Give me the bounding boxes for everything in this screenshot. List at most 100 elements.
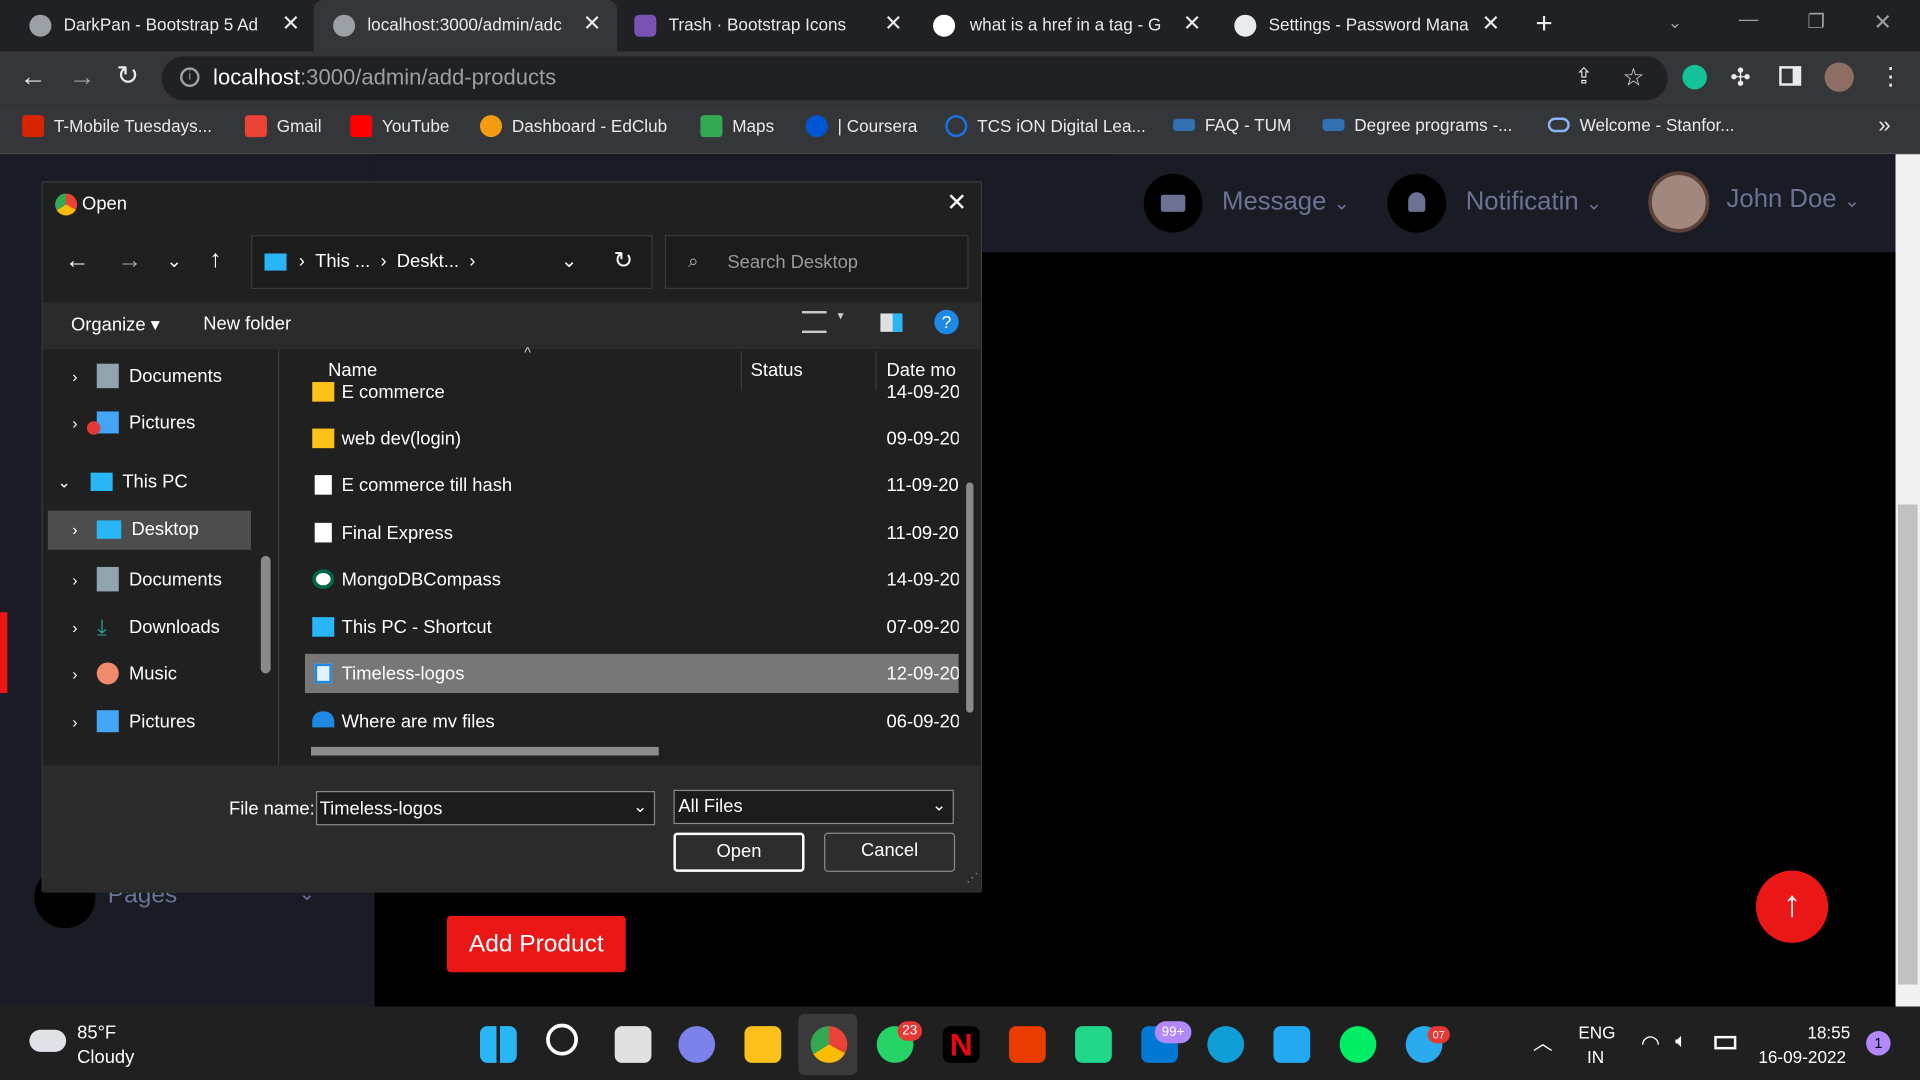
search-icon[interactable] bbox=[546, 1023, 578, 1056]
chevron-down-icon[interactable]: ⌄ bbox=[633, 796, 647, 817]
product-image-field[interactable] bbox=[979, 835, 1081, 892]
refresh-icon[interactable]: ↻ bbox=[613, 247, 632, 275]
bookmark-tcs-ion[interactable]: TCS iON Digital Lea... bbox=[945, 115, 1146, 138]
back-to-top-arrow-icon[interactable]: ↑ bbox=[1755, 870, 1829, 943]
close-window-icon[interactable]: ✕ bbox=[1873, 10, 1891, 36]
browser-tab-settings[interactable]: Settings - Password Mana ✕ bbox=[1220, 0, 1519, 51]
forward-arrow-icon[interactable]: → bbox=[69, 61, 96, 93]
nav-item-music[interactable]: › Music bbox=[72, 662, 177, 685]
column-header-date[interactable]: Date mo bbox=[887, 360, 956, 381]
close-tab-icon[interactable]: ✕ bbox=[1183, 11, 1201, 37]
bookmark-tmobile[interactable]: T-Mobile Tuesdays... bbox=[22, 115, 212, 138]
breadcrumb[interactable]: › This ... › Deskt... › ⌄ ↻ bbox=[251, 235, 653, 289]
bookmark-star-icon[interactable]: ☆ bbox=[1622, 62, 1644, 93]
user-dropdown[interactable]: John Doe ⌄ bbox=[1727, 185, 1861, 214]
file-row-e-commerce[interactable]: E commerce 14-09-20 bbox=[305, 382, 959, 411]
bookmarks-overflow-button[interactable]: » bbox=[1878, 113, 1890, 139]
nav-item-documents[interactable]: › Documents bbox=[72, 363, 222, 389]
file-row-final-express[interactable]: Final Express 11-09-20 bbox=[305, 513, 959, 552]
chevron-down-icon[interactable]: ⌄ bbox=[561, 249, 577, 273]
avatar[interactable] bbox=[1648, 171, 1710, 233]
bookmark-youtube[interactable]: YouTube bbox=[350, 115, 449, 138]
bookmark-coursera[interactable]: | Coursera bbox=[805, 115, 917, 138]
chrome-icon[interactable] bbox=[810, 1026, 848, 1063]
search-input[interactable]: ⌕ Search Desktop bbox=[664, 235, 969, 289]
clock-date[interactable]: 16-09-2022 bbox=[1758, 1047, 1846, 1067]
pycharm-icon[interactable] bbox=[1075, 1026, 1112, 1063]
close-tab-icon[interactable]: ✕ bbox=[884, 11, 902, 37]
battery-icon[interactable] bbox=[1714, 1035, 1737, 1050]
url-text[interactable]: localhost:3000/admin/add-products bbox=[213, 65, 556, 91]
office-icon[interactable] bbox=[1008, 1026, 1046, 1063]
weather-temperature[interactable]: 85°F bbox=[77, 1022, 116, 1043]
task-view-icon[interactable] bbox=[614, 1026, 652, 1063]
file-row-e-commerce-till-hash[interactable]: E commerce till hash 11-09-20 bbox=[305, 465, 959, 504]
column-header-name[interactable]: Name bbox=[328, 360, 377, 381]
page-scrollbar[interactable] bbox=[1895, 154, 1920, 1007]
bookmark-tum-degree[interactable]: Degree programs -... bbox=[1322, 115, 1512, 135]
organize-button[interactable]: Organize ▾ bbox=[71, 313, 160, 336]
nav-item-desktop[interactable]: › Desktop bbox=[72, 519, 199, 540]
resize-grip-icon[interactable]: ⋰ bbox=[966, 872, 978, 885]
new-folder-button[interactable]: New folder bbox=[203, 313, 291, 334]
bell-icon[interactable] bbox=[1387, 173, 1447, 233]
file-row-where-are-my-files[interactable]: Where are my files 06-09-20 bbox=[305, 702, 959, 728]
cancel-button[interactable]: Cancel bbox=[824, 832, 956, 872]
nav-item-pictures-2[interactable]: › Pictures bbox=[72, 710, 195, 733]
add-product-button[interactable]: Add Product bbox=[446, 915, 626, 973]
extensions-icon[interactable]: ✣ bbox=[1730, 62, 1751, 93]
menu-kebab-icon[interactable]: ⋮ bbox=[1878, 61, 1902, 92]
close-icon[interactable]: ✕ bbox=[947, 187, 968, 218]
message-dropdown[interactable]: Message ⌄ bbox=[1222, 187, 1350, 216]
filetype-select[interactable]: All Files ⌄ bbox=[673, 789, 954, 825]
reload-icon[interactable]: ↻ bbox=[116, 60, 139, 92]
back-arrow-icon[interactable]: ← bbox=[20, 61, 47, 93]
chevron-down-icon[interactable]: ⌄ bbox=[167, 250, 182, 272]
preview-pane-icon[interactable] bbox=[880, 313, 903, 332]
breadcrumb-this-pc[interactable]: This ... bbox=[315, 251, 370, 272]
side-panel-icon[interactable] bbox=[1779, 66, 1802, 86]
browser-tab-bootstrap-icons[interactable]: Trash · Bootstrap Icons ✕ bbox=[617, 0, 918, 51]
grammarly-icon[interactable] bbox=[1682, 64, 1707, 90]
bookmark-tum-faq[interactable]: FAQ - TUM bbox=[1173, 115, 1291, 135]
close-tab-icon[interactable]: ✕ bbox=[282, 11, 300, 37]
tab-search-chevron-icon[interactable]: ⌄ bbox=[1668, 12, 1682, 33]
nav-item-documents-2[interactable]: › Documents bbox=[72, 566, 222, 592]
close-tab-icon[interactable]: ✕ bbox=[1482, 11, 1500, 37]
new-tab-button[interactable]: + bbox=[1536, 7, 1553, 41]
share-icon[interactable]: ⇪ bbox=[1575, 64, 1593, 90]
up-arrow-icon[interactable]: ↑ bbox=[209, 246, 221, 274]
product-price-field[interactable] bbox=[979, 421, 1081, 478]
bookmark-maps[interactable]: Maps bbox=[700, 115, 774, 138]
product-description-field[interactable] bbox=[979, 560, 1081, 787]
mongodb-icon[interactable] bbox=[1339, 1026, 1377, 1063]
column-header-status[interactable]: Status bbox=[751, 360, 803, 381]
browser-tab-google[interactable]: what is a href in a tag - G ✕ bbox=[918, 0, 1219, 51]
bookmark-stanford[interactable]: Welcome - Stanfor... bbox=[1547, 115, 1735, 135]
minimize-icon[interactable]: — bbox=[1739, 10, 1759, 32]
breadcrumb-desktop[interactable]: Deskt... bbox=[397, 251, 459, 272]
chevron-up-icon[interactable]: ︿ bbox=[1533, 1026, 1553, 1055]
netflix-icon[interactable]: N bbox=[942, 1026, 980, 1063]
nav-item-this-pc[interactable]: ⌄ This PC bbox=[58, 471, 188, 492]
weather-description[interactable]: Cloudy bbox=[77, 1047, 134, 1068]
file-row-this-pc-shortcut[interactable]: This PC - Shortcut 07-09-20 bbox=[305, 607, 959, 646]
chevron-down-icon[interactable]: ▾ bbox=[838, 310, 844, 323]
edge-icon[interactable] bbox=[1207, 1026, 1245, 1063]
region-indicator[interactable]: IN bbox=[1587, 1047, 1604, 1067]
browser-tab-darkpan[interactable]: DarkPan - Bootstrap 5 Ad ✕ bbox=[0, 0, 313, 51]
forward-arrow-icon[interactable]: → bbox=[118, 247, 142, 275]
windows-start-icon[interactable] bbox=[480, 1026, 517, 1063]
back-arrow-icon[interactable]: ← bbox=[65, 247, 89, 275]
notification-dropdown[interactable]: Notificatin ⌄ bbox=[1466, 187, 1602, 216]
teams-chat-icon[interactable] bbox=[678, 1026, 716, 1063]
file-list-vertical-scrollbar[interactable] bbox=[966, 482, 974, 713]
wifi-icon[interactable]: ◠ bbox=[1641, 1031, 1660, 1057]
help-icon[interactable]: ? bbox=[934, 309, 959, 335]
restore-icon[interactable]: ❐ bbox=[1807, 10, 1825, 34]
nav-pane-scrollbar[interactable] bbox=[260, 555, 271, 674]
file-row-web-dev-login[interactable]: web dev(login) 09-09-20 bbox=[305, 419, 959, 458]
nav-item-pictures[interactable]: › Pictures bbox=[72, 411, 195, 435]
file-list-horizontal-scrollbar[interactable] bbox=[311, 746, 659, 756]
clock-time[interactable]: 18:55 bbox=[1807, 1022, 1850, 1042]
